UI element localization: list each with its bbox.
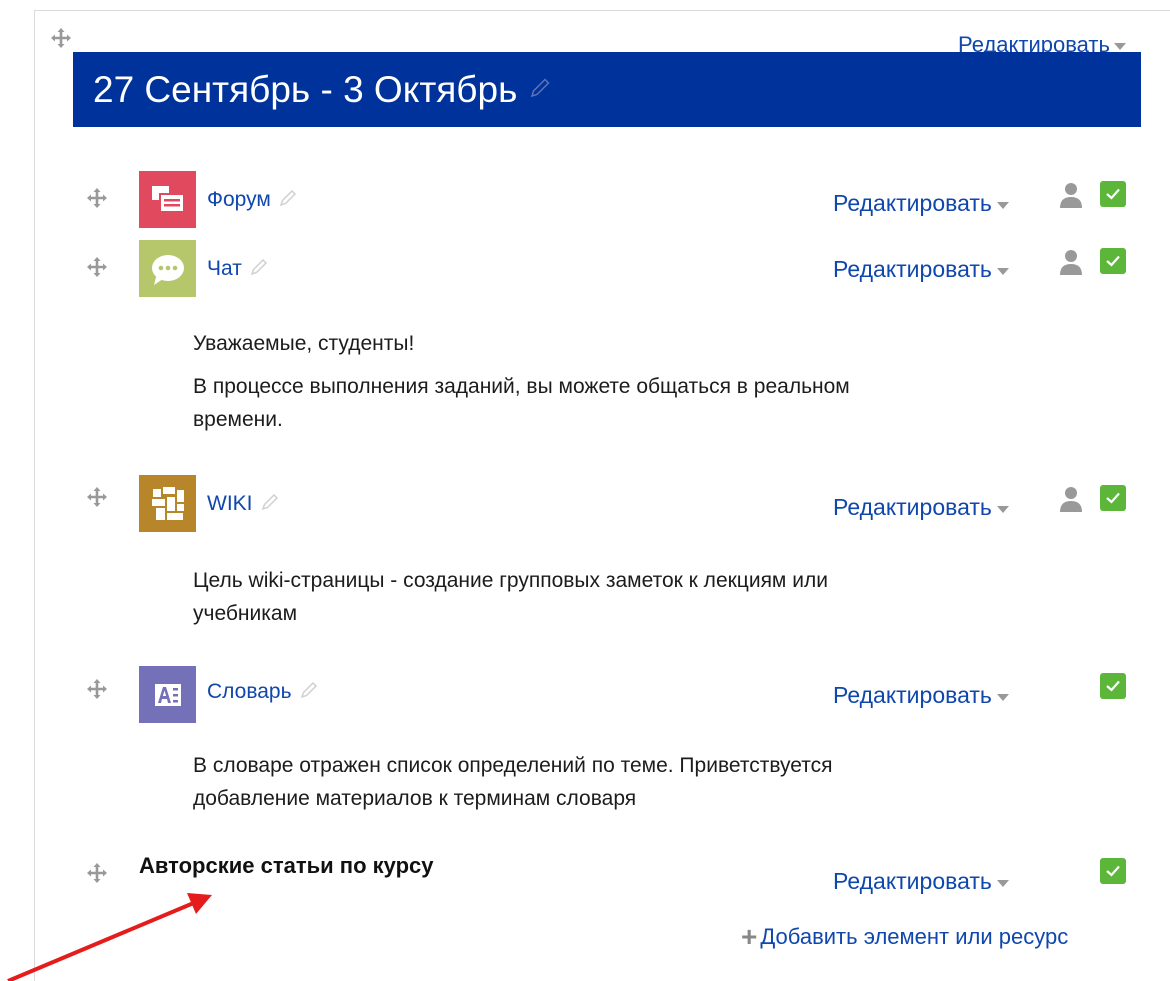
- pencil-icon[interactable]: [261, 491, 281, 517]
- edit-menu-label[interactable]: Редактировать: [833, 868, 1009, 895]
- glossary-description: В словаре отражен список определений по …: [193, 749, 833, 815]
- edit-menu-wiki[interactable]: Редактировать: [833, 494, 1009, 521]
- chevron-down-icon: [996, 505, 1009, 513]
- chevron-down-icon: [996, 267, 1009, 275]
- description-line: Цель wiki-страницы - создание групповых …: [193, 569, 828, 592]
- wiki-description: Цель wiki-страницы - создание групповых …: [193, 564, 828, 630]
- description-line: времени.: [193, 408, 283, 431]
- edit-label[interactable]: Редактировать: [833, 682, 992, 709]
- pencil-icon[interactable]: [279, 187, 299, 213]
- description-line: добавление материалов к терминам словаря: [193, 787, 637, 810]
- edit-label[interactable]: Редактировать: [833, 494, 992, 521]
- glossary-icon[interactable]: [139, 666, 196, 723]
- checkbox-checked-icon[interactable]: [1100, 858, 1126, 884]
- checkbox-checked-icon[interactable]: [1100, 485, 1126, 511]
- edit-label[interactable]: Редактировать: [833, 190, 992, 217]
- move-icon[interactable]: [86, 187, 108, 209]
- description-line: учебникам: [193, 602, 298, 625]
- edit-menu-chat[interactable]: Редактировать: [833, 256, 1009, 283]
- move-icon[interactable]: [50, 27, 72, 49]
- chevron-down-icon: [996, 201, 1009, 209]
- chat-icon[interactable]: [139, 240, 196, 297]
- plus-icon: +: [741, 921, 758, 952]
- activity-link-chat[interactable]: Чат: [207, 256, 270, 282]
- add-activity-button[interactable]: + Добавить элемент или ресурс: [741, 921, 1068, 952]
- move-icon[interactable]: [86, 256, 108, 278]
- checkbox-checked-icon[interactable]: [1100, 673, 1126, 699]
- edit-label[interactable]: Редактировать: [833, 256, 992, 283]
- description-line: Уважаемые, студенты!: [193, 332, 415, 355]
- chevron-down-icon: [996, 879, 1009, 887]
- checkbox-checked-icon[interactable]: [1100, 248, 1126, 274]
- edit-menu-forum[interactable]: Редактировать: [833, 190, 1009, 217]
- activity-link-glossary[interactable]: Словарь: [207, 679, 320, 705]
- edit-menu-glossary[interactable]: Редактировать: [833, 682, 1009, 709]
- chevron-down-icon: [996, 693, 1009, 701]
- chat-description: Уважаемые, студенты! В процессе выполнен…: [193, 327, 850, 436]
- add-activity-label[interactable]: Добавить элемент или ресурс: [760, 924, 1068, 950]
- description-line: В словаре отражен список определений по …: [193, 754, 833, 777]
- activity-link-forum[interactable]: Форум: [207, 187, 299, 213]
- section-title: 27 Сентябрь - 3 Октябрь: [93, 68, 518, 110]
- checkbox-checked-icon[interactable]: [1100, 181, 1126, 207]
- section-header: 27 Сентябрь - 3 Октябрь: [73, 52, 1141, 127]
- user-icon[interactable]: [1057, 181, 1085, 209]
- activity-name[interactable]: Форум: [207, 188, 271, 212]
- user-icon[interactable]: [1057, 485, 1085, 513]
- description-line: В процессе выполнения заданий, вы можете…: [193, 375, 850, 398]
- user-icon[interactable]: [1057, 248, 1085, 276]
- pencil-icon[interactable]: [250, 256, 270, 282]
- label-text: Авторские статьи по курсу: [139, 853, 434, 878]
- pencil-icon[interactable]: [529, 75, 553, 104]
- move-icon[interactable]: [86, 678, 108, 700]
- edit-label[interactable]: Редактировать: [833, 868, 992, 895]
- wiki-icon[interactable]: [139, 475, 196, 532]
- pencil-icon[interactable]: [300, 679, 320, 705]
- activity-link-wiki[interactable]: WIKI: [207, 491, 281, 517]
- move-icon[interactable]: [86, 862, 108, 884]
- activity-name[interactable]: Чат: [207, 257, 242, 281]
- move-icon[interactable]: [86, 486, 108, 508]
- activity-name[interactable]: Словарь: [207, 680, 292, 704]
- chevron-down-icon: [1113, 43, 1126, 50]
- forum-icon[interactable]: [139, 171, 196, 228]
- activity-name[interactable]: WIKI: [207, 492, 253, 516]
